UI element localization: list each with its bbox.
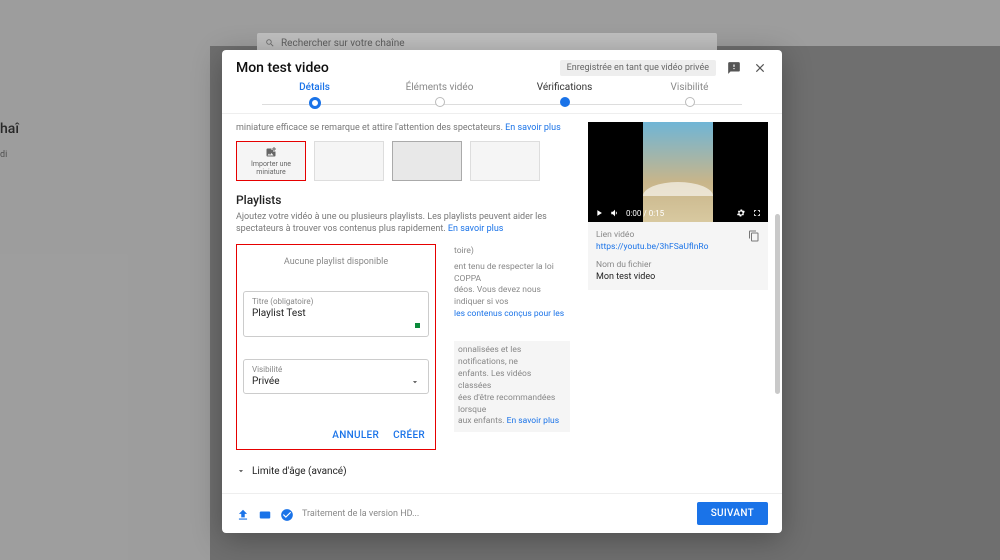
step-details[interactable]: Détails: [252, 82, 377, 109]
step-elements[interactable]: Éléments vidéo: [377, 82, 502, 109]
video-controls: 0:00 / 0:15: [588, 204, 768, 222]
stepper: Détails Éléments vidéo Vérifications Vis…: [222, 82, 782, 109]
kids-content-link[interactable]: les contenus conçus pour les: [454, 309, 564, 319]
video-preview[interactable]: 0:00 / 0:15: [588, 122, 768, 222]
playlist-visibility-value: Privée: [252, 376, 420, 387]
kids-learn-more-link[interactable]: En savoir plus: [507, 416, 559, 426]
upload-icon: [236, 507, 250, 521]
copy-link-button[interactable]: [748, 230, 760, 245]
playlist-visibility-select[interactable]: Visibilité Privée: [243, 359, 429, 394]
create-button[interactable]: CRÉER: [393, 430, 425, 441]
import-thumbnail-button[interactable]: Importer une miniature: [236, 141, 306, 181]
video-time: 0:00 / 0:15: [626, 209, 664, 218]
playlists-hint: Ajoutez votre vidéo à une ou plusieurs p…: [236, 211, 570, 236]
playlists-heading: Playlists: [236, 193, 570, 207]
play-icon[interactable]: [594, 208, 604, 218]
valid-indicator-icon: [415, 323, 420, 328]
cancel-button[interactable]: ANNULER: [332, 430, 379, 441]
check-circle-icon: [280, 507, 294, 521]
step-checks[interactable]: Vérifications: [502, 82, 627, 109]
scrollbar[interactable]: [775, 214, 780, 394]
next-button[interactable]: SUIVANT: [697, 502, 768, 525]
video-metadata: Lien vidéo https://youtu.be/3hFSaUflnRo …: [588, 222, 768, 290]
playlist-title-field[interactable]: Titre (obligatoire) Playlist Test: [243, 291, 429, 337]
thumbnail-slot-3[interactable]: [470, 141, 540, 181]
close-icon[interactable]: [752, 60, 768, 76]
volume-icon[interactable]: [610, 208, 620, 218]
video-link[interactable]: https://youtu.be/3hFSaUflnRo: [596, 242, 748, 252]
thumbnail-slot-2[interactable]: [392, 141, 462, 181]
upload-modal: Mon test video Enregistrée en tant que v…: [222, 50, 782, 533]
fullscreen-icon[interactable]: [752, 208, 762, 218]
thumbnail-slot-1[interactable]: [314, 141, 384, 181]
video-link-label: Lien vidéo: [596, 230, 748, 240]
audience-info-text: toire) ent tenu de respecter la loi COPP…: [446, 246, 570, 433]
sd-badge-icon: [258, 507, 272, 521]
feedback-icon[interactable]: [726, 60, 742, 76]
step-visibility[interactable]: Visibilité: [627, 82, 752, 109]
add-image-icon: [265, 146, 277, 158]
chevron-down-icon: [236, 466, 246, 476]
playlist-title-value: Playlist Test: [252, 308, 420, 319]
gear-icon[interactable]: [736, 208, 746, 218]
playlists-learn-more-link[interactable]: En savoir plus: [448, 224, 504, 234]
age-restriction-expander[interactable]: Limite d'âge (avancé): [236, 466, 570, 477]
modal-title: Mon test video: [236, 60, 329, 76]
playlist-empty-text: Aucune playlist disponible: [243, 251, 429, 283]
save-state-badge: Enregistrée en tant que vidéo privée: [560, 60, 716, 76]
playlist-create-panel: Aucune playlist disponible Titre (obliga…: [236, 244, 436, 450]
filename-value: Mon test video: [596, 272, 760, 282]
processing-status: Traitement de la version HD...: [302, 509, 419, 519]
filename-label: Nom du fichier: [596, 260, 760, 270]
chevron-down-icon: [410, 372, 420, 391]
thumbnail-learn-more-link[interactable]: En savoir plus: [505, 123, 561, 133]
thumbnail-hint: miniature efficace se remarque et attire…: [236, 122, 570, 135]
